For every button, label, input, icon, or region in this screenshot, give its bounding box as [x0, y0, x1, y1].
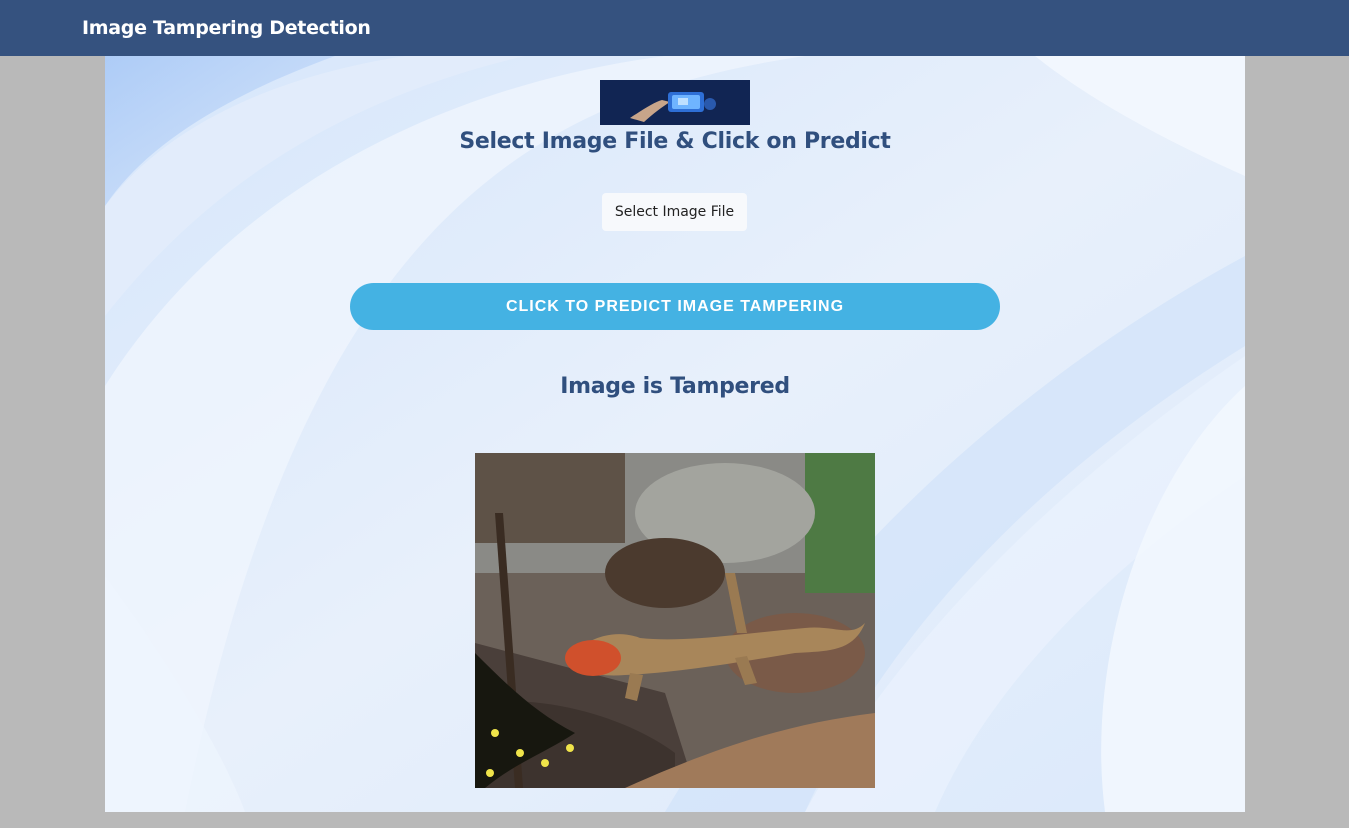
prediction-result: Image is Tampered: [560, 374, 790, 399]
main-content: Select Image File & Click on Predict Sel…: [105, 56, 1245, 812]
brand-title[interactable]: Image Tampering Detection: [82, 17, 371, 39]
navbar: Image Tampering Detection: [0, 0, 1349, 56]
banner-image: [600, 80, 750, 125]
page-heading: Select Image File & Click on Predict: [459, 129, 891, 154]
predict-button[interactable]: CLICK TO PREDICT IMAGE TAMPERING: [350, 283, 1000, 330]
uploaded-image: [475, 453, 875, 788]
select-image-file-button[interactable]: Select Image File: [602, 193, 747, 231]
